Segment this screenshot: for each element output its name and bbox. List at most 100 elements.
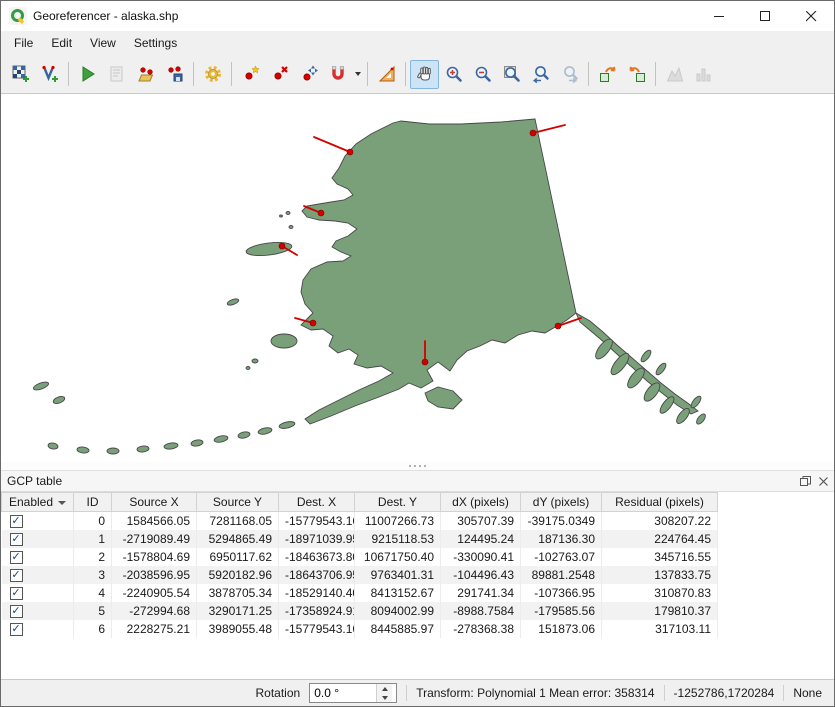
table-cell[interactable]: 8413152.67 [355,584,441,602]
table-cell[interactable]: -102763.07 [521,548,602,566]
table-cell[interactable]: 5294865.49 [197,530,279,548]
table-cell[interactable]: 89881.2548 [521,566,602,584]
table-cell[interactable]: 5 [74,602,112,620]
link-qgis-to-georeferencer-button[interactable] [622,60,651,89]
table-cell[interactable]: 3878705.34 [197,584,279,602]
generate-gdal-script-button[interactable] [102,60,131,89]
table-cell[interactable]: -104496.43 [441,566,521,584]
snapping-dropdown-button[interactable] [352,60,363,89]
table-cell[interactable]: 9215118.53 [355,530,441,548]
minimize-button[interactable] [696,1,742,31]
enabled-checkbox[interactable]: ✓ [10,569,23,582]
menu-settings[interactable]: Settings [125,32,186,54]
column-header-dy-pixels[interactable]: dY (pixels) [521,493,602,512]
column-header-residual-pixels[interactable]: Residual (pixels) [602,493,718,512]
table-cell[interactable]: -272994.68 [112,602,197,620]
rotation-input[interactable] [310,684,376,702]
table-cell[interactable]: 179810.37 [602,602,718,620]
close-panel-icon[interactable] [819,477,828,486]
table-cell[interactable]: 1 [74,530,112,548]
table-cell[interactable]: -17358924.91 [279,602,355,620]
table-cell[interactable]: 4 [74,584,112,602]
table-cell[interactable]: 3 [74,566,112,584]
table-cell[interactable]: 305707.39 [441,512,521,530]
column-header-id[interactable]: ID [74,493,112,512]
maximize-button[interactable] [742,1,788,31]
link-georeferencer-to-qgis-button[interactable] [593,60,622,89]
table-cell[interactable]: 10671750.40 [355,548,441,566]
transformation-settings-button[interactable] [198,60,227,89]
table-cell[interactable]: 291741.34 [441,584,521,602]
table-cell[interactable]: -278368.38 [441,620,521,638]
table-cell[interactable]: 5920182.96 [197,566,279,584]
start-georeferencing-button[interactable] [73,60,102,89]
enabled-checkbox[interactable]: ✓ [10,587,23,600]
table-cell[interactable]: -179585.56 [521,602,602,620]
add-point-button[interactable] [236,60,265,89]
full-histogram-stretch-button[interactable] [660,60,689,89]
table-cell[interactable]: -15779543.16 [279,620,355,638]
column-header-enabled[interactable]: Enabled [2,493,74,512]
column-header-source-y[interactable]: Source Y [197,493,279,512]
menu-edit[interactable]: Edit [42,32,81,54]
move-gcp-point-button[interactable] [294,60,323,89]
rotation-decrement-button[interactable] [377,693,392,702]
zoom-out-button[interactable] [468,60,497,89]
table-cell[interactable]: 3989055.48 [197,620,279,638]
table-cell[interactable]: 7281168.05 [197,512,279,530]
column-header-dest-x[interactable]: Dest. X [279,493,355,512]
table-cell[interactable]: 308207.22 [602,512,718,530]
snapping-button[interactable] [323,60,352,89]
table-cell[interactable]: -2038596.95 [112,566,197,584]
enabled-checkbox[interactable]: ✓ [10,623,23,636]
table-cell[interactable]: 1584566.05 [112,512,197,530]
table-cell[interactable]: -39175.0349 [521,512,602,530]
table-cell[interactable]: -15779543.16 [279,512,355,530]
table-cell[interactable]: -18463673.80 [279,548,355,566]
table-cell[interactable]: 124495.24 [441,530,521,548]
table-cell[interactable]: 187136.30 [521,530,602,548]
table-cell[interactable]: 8094002.99 [355,602,441,620]
enabled-checkbox[interactable]: ✓ [10,551,23,564]
set-square-button[interactable] [372,60,401,89]
zoom-to-layer-button[interactable] [497,60,526,89]
gcp-marker[interactable] [314,137,353,155]
table-cell[interactable]: 2 [74,548,112,566]
table-cell[interactable]: -18529140.40 [279,584,355,602]
menu-view[interactable]: View [81,32,125,54]
table-cell[interactable]: 345716.55 [602,548,718,566]
zoom-in-button[interactable] [439,60,468,89]
enabled-checkbox[interactable]: ✓ [10,515,23,528]
table-cell[interactable]: -18971039.95 [279,530,355,548]
rotation-increment-button[interactable] [377,684,392,693]
zoom-last-button[interactable] [526,60,555,89]
save-gcp-points-button[interactable] [160,60,189,89]
table-cell[interactable]: 6 [74,620,112,638]
open-raster-button[interactable] [6,60,35,89]
rotation-spinbox[interactable] [309,683,397,703]
zoom-next-button[interactable] [555,60,584,89]
table-cell[interactable]: -18643706.95 [279,566,355,584]
table-cell[interactable]: 9763401.31 [355,566,441,584]
table-cell[interactable]: -1578804.69 [112,548,197,566]
table-cell[interactable]: 310870.83 [602,584,718,602]
table-cell[interactable]: 317103.11 [602,620,718,638]
table-cell[interactable]: -330090.41 [441,548,521,566]
table-cell[interactable]: 8445885.97 [355,620,441,638]
panel-splitter[interactable] [1,462,834,470]
table-cell[interactable]: 0 [74,512,112,530]
table-cell[interactable]: 6950117.62 [197,548,279,566]
table-cell[interactable]: 3290171.25 [197,602,279,620]
column-header-dx-pixels[interactable]: dX (pixels) [441,493,521,512]
local-histogram-stretch-button[interactable] [689,60,718,89]
float-panel-icon[interactable] [800,476,811,487]
table-cell[interactable]: -2240905.54 [112,584,197,602]
open-vector-button[interactable] [35,60,64,89]
table-cell[interactable]: 137833.75 [602,566,718,584]
enabled-checkbox[interactable]: ✓ [10,605,23,618]
delete-point-button[interactable] [265,60,294,89]
table-cell[interactable]: 224764.45 [602,530,718,548]
close-button[interactable] [788,1,834,31]
enabled-checkbox[interactable]: ✓ [10,533,23,546]
pan-button[interactable] [410,60,439,89]
